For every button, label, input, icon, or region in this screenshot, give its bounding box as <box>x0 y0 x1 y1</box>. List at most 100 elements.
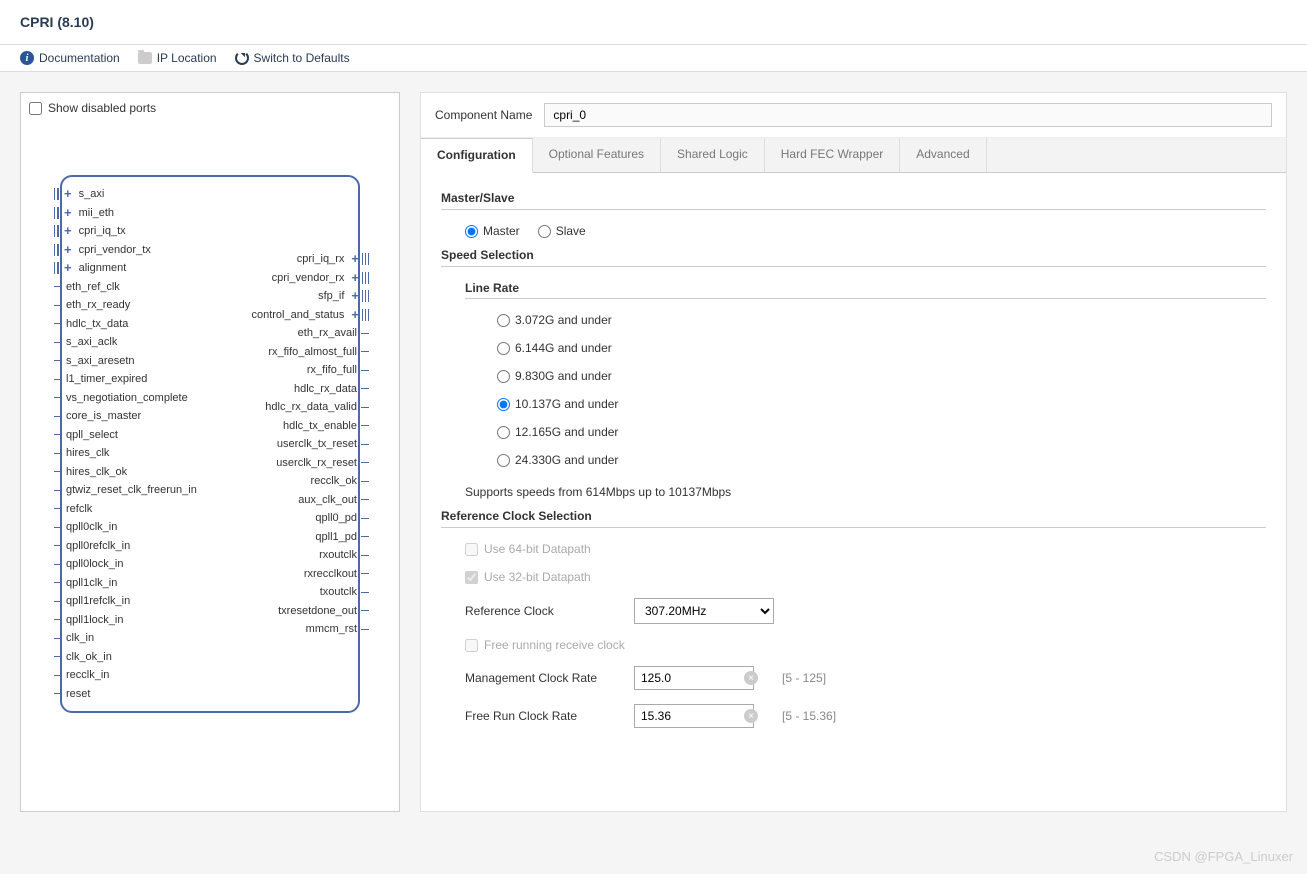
port-out: hdlc_rx_data_valid <box>265 398 369 417</box>
port-in: qpll1refclk_in <box>54 592 130 611</box>
port-in-bus: +s_axi <box>54 185 104 204</box>
port-out: rx_fifo_full <box>307 361 369 380</box>
documentation-link[interactable]: i Documentation <box>20 51 120 65</box>
speed-support-note: Supports speeds from 614Mbps up to 10137… <box>441 485 1266 499</box>
mgmt-clock-range: [5 - 125] <box>782 671 826 685</box>
port-in: gtwiz_reset_clk_freerun_in <box>54 481 197 500</box>
free-run-clock-input[interactable] <box>634 704 754 728</box>
use-64bit-label: Use 64-bit Datapath <box>484 542 591 556</box>
port-out: rxrecclkout <box>304 565 369 584</box>
clear-icon[interactable]: × <box>744 671 758 685</box>
port-out: qpll0_pd <box>315 509 369 528</box>
tab-hard-fec-wrapper[interactable]: Hard FEC Wrapper <box>765 138 900 172</box>
port-in: clk_ok_in <box>54 648 112 667</box>
folder-icon <box>138 52 152 64</box>
speed-selection-heading: Speed Selection <box>441 248 1266 267</box>
port-in: l1_timer_expired <box>54 370 147 389</box>
tab-shared-logic[interactable]: Shared Logic <box>661 138 765 172</box>
mgmt-clock-label: Management Clock Rate <box>465 671 620 685</box>
free-run-clock-range: [5 - 15.36] <box>782 709 836 723</box>
switch-defaults-label: Switch to Defaults <box>254 51 350 65</box>
mgmt-clock-input[interactable] <box>634 666 754 690</box>
port-out: txoutclk <box>320 583 369 602</box>
tab-optional-features[interactable]: Optional Features <box>533 138 661 172</box>
port-in: clk_in <box>54 629 94 648</box>
port-in-bus: +cpri_iq_tx <box>54 222 126 241</box>
tab-advanced[interactable]: Advanced <box>900 138 986 172</box>
port-in: vs_negotiation_complete <box>54 389 188 408</box>
slave-radio[interactable]: Slave <box>538 224 586 238</box>
line-rate-radio[interactable]: 3.072G and under <box>497 313 1266 327</box>
use-32bit-label: Use 32-bit Datapath <box>484 570 591 584</box>
use-64bit-checkbox <box>465 543 478 556</box>
port-out-bus: cpri_vendor_rx+ <box>272 269 369 288</box>
reference-clock-select[interactable]: 307.20MHz <box>634 598 774 624</box>
config-panel: Component Name ConfigurationOptional Fea… <box>420 92 1287 812</box>
port-in: eth_rx_ready <box>54 296 130 315</box>
show-disabled-ports-label: Show disabled ports <box>48 101 156 115</box>
line-rate-radio[interactable]: 10.137G and under <box>497 397 1266 411</box>
port-in: s_axi_aresetn <box>54 352 135 371</box>
port-out: mmcm_rst <box>306 620 369 639</box>
port-in-bus: +alignment <box>54 259 126 278</box>
line-rate-radio[interactable]: 6.144G and under <box>497 341 1266 355</box>
port-out: userclk_rx_reset <box>276 454 369 473</box>
port-out-bus: sfp_if+ <box>318 287 369 306</box>
port-in: hires_clk <box>54 444 109 463</box>
port-out: recclk_ok <box>311 472 369 491</box>
port-in: qpll0refclk_in <box>54 537 130 556</box>
refresh-icon <box>235 51 249 65</box>
port-in: qpll0clk_in <box>54 518 117 537</box>
port-in: recclk_in <box>54 666 109 685</box>
master-radio[interactable]: Master <box>465 224 520 238</box>
show-disabled-ports-checkbox[interactable]: Show disabled ports <box>29 101 391 115</box>
port-out: qpll1_pd <box>315 528 369 547</box>
port-in: refclk <box>54 500 92 519</box>
ip-location-link[interactable]: IP Location <box>138 51 217 65</box>
port-in: qpll0lock_in <box>54 555 123 574</box>
info-icon: i <box>20 51 34 65</box>
page-title: CPRI (8.10) <box>20 14 94 30</box>
port-in-bus: +mii_eth <box>54 204 114 223</box>
port-out: rxoutclk <box>319 546 369 565</box>
switch-defaults-link[interactable]: Switch to Defaults <box>235 51 350 65</box>
port-in: core_is_master <box>54 407 141 426</box>
reference-clock-label: Reference Clock <box>465 604 620 618</box>
port-out: eth_rx_avail <box>298 324 369 343</box>
line-rate-heading: Line Rate <box>465 281 1266 299</box>
line-rate-radio[interactable]: 24.330G and under <box>497 453 1266 467</box>
toolbar: i Documentation IP Location Switch to De… <box>0 45 1307 72</box>
port-in: hdlc_tx_data <box>54 315 128 334</box>
port-out: userclk_tx_reset <box>277 435 369 454</box>
port-out: hdlc_rx_data <box>294 380 369 399</box>
port-in: s_axi_aclk <box>54 333 117 352</box>
port-in: qpll_select <box>54 426 118 445</box>
ip-block-diagram: +s_axi+mii_eth+cpri_iq_tx+cpri_vendor_tx… <box>60 175 360 713</box>
port-in: reset <box>54 685 90 704</box>
port-in-bus: +cpri_vendor_tx <box>54 241 151 260</box>
ref-clock-heading: Reference Clock Selection <box>441 509 1266 528</box>
free-rx-clock-checkbox <box>465 639 478 652</box>
port-out: hdlc_tx_enable <box>283 417 369 436</box>
free-run-clock-label: Free Run Clock Rate <box>465 709 620 723</box>
documentation-label: Documentation <box>39 51 120 65</box>
port-in: qpll1lock_in <box>54 611 123 630</box>
clear-icon[interactable]: × <box>744 709 758 723</box>
port-out: rx_fifo_almost_full <box>268 343 369 362</box>
port-in: qpll1clk_in <box>54 574 117 593</box>
line-rate-radio[interactable]: 9.830G and under <box>497 369 1266 383</box>
port-in: hires_clk_ok <box>54 463 127 482</box>
master-slave-heading: Master/Slave <box>441 191 1266 210</box>
tab-configuration[interactable]: Configuration <box>421 138 533 173</box>
ip-location-label: IP Location <box>157 51 217 65</box>
free-rx-clock-label: Free running receive clock <box>484 638 625 652</box>
block-diagram-panel: Show disabled ports +s_axi+mii_eth+cpri_… <box>20 92 400 812</box>
use-32bit-checkbox <box>465 571 478 584</box>
line-rate-radio[interactable]: 12.165G and under <box>497 425 1266 439</box>
port-out-bus: control_and_status+ <box>251 306 369 325</box>
port-in: eth_ref_clk <box>54 278 120 297</box>
show-disabled-ports-input[interactable] <box>29 102 42 115</box>
port-out: aux_clk_out <box>298 491 369 510</box>
component-name-label: Component Name <box>435 108 532 122</box>
component-name-input[interactable] <box>544 103 1272 127</box>
